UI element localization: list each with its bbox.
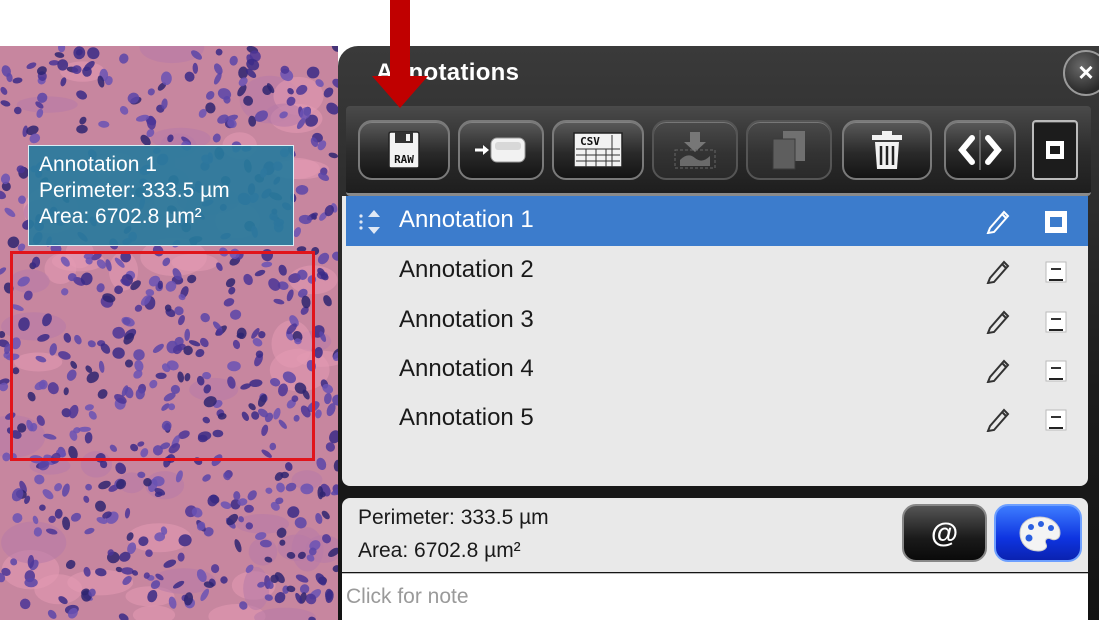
import-button (652, 120, 738, 180)
visibility-toggle-icon[interactable] (1044, 408, 1068, 432)
details-perimeter: Perimeter: 333.5 µm (358, 506, 549, 529)
square-icon (1046, 141, 1064, 159)
visibility-toggle-icon[interactable] (1044, 359, 1068, 383)
annotation-details: Perimeter: 333.5 µm Area: 6702.8 µm² @ (342, 498, 1088, 572)
annotation-name: Annotation 3 (399, 306, 534, 333)
annotations-panel: Annotations × RAW CSV Annotation 1 Annot… (338, 46, 1099, 620)
palette-icon (1019, 516, 1061, 552)
annotation-name: Annotation 4 (399, 355, 534, 382)
pencil-icon[interactable] (984, 206, 1012, 234)
export-device-button[interactable] (458, 120, 544, 180)
export-raw-button[interactable]: RAW (358, 120, 450, 180)
import-icon (674, 132, 716, 169)
annotation-tooltip: Annotation 1 Perimeter: 333.5 µm Area: 6… (28, 145, 294, 246)
annotation-name: Annotation 1 (399, 206, 534, 233)
raw-icon-text: RAW (394, 153, 414, 166)
trash-icon (872, 131, 902, 169)
copy-icon (772, 131, 805, 170)
annotation-row[interactable]: Annotation 4 (346, 345, 1088, 395)
note-area (342, 573, 1088, 620)
chevron-left-right-icon (958, 130, 1002, 170)
close-button[interactable]: × (1063, 50, 1099, 96)
prev-next-button[interactable] (944, 120, 1016, 180)
pencil-icon[interactable] (984, 355, 1012, 383)
annotation-list: Annotation 1 Annotation 2 Annotation 3 Anno… (342, 196, 1088, 486)
tooltip-perimeter: Perimeter: 333.5 µm (39, 179, 230, 202)
pointer-arrow (372, 0, 428, 108)
pencil-icon[interactable] (984, 256, 1012, 284)
visibility-toggle-icon[interactable] (1044, 260, 1068, 284)
annotation-toolbar: RAW CSV (346, 106, 1091, 196)
pencil-icon[interactable] (984, 404, 1012, 432)
tooltip-name: Annotation 1 (39, 153, 157, 176)
delete-button[interactable] (842, 120, 932, 180)
at-button[interactable]: @ (902, 504, 987, 562)
export-to-device-icon (475, 137, 526, 163)
save-raw-icon: RAW (388, 131, 420, 169)
pencil-icon[interactable] (984, 306, 1012, 334)
annotation-name: Annotation 2 (399, 256, 534, 283)
csv-icon-text: CSV (580, 135, 600, 148)
csv-table-icon: CSV (573, 132, 623, 168)
visibility-toggle-icon[interactable] (1044, 210, 1068, 234)
tooltip-area: Area: 6702.8 µm² (39, 205, 202, 228)
copy-button (746, 120, 832, 180)
toggle-all-button[interactable] (1032, 120, 1078, 180)
visibility-toggle-icon[interactable] (1044, 310, 1068, 334)
annotation-selection-rectangle[interactable] (10, 251, 315, 461)
annotation-row[interactable]: Annotation 2 (346, 246, 1088, 296)
annotation-row[interactable]: Annotation 1 (346, 196, 1088, 246)
details-area: Area: 6702.8 µm² (358, 539, 521, 562)
drag-handle-icon[interactable] (356, 208, 384, 236)
annotation-row[interactable]: Annotation 3 (346, 296, 1088, 346)
panel-title-bar: Annotations × (338, 46, 1099, 106)
annotation-row[interactable]: Annotation 5 (346, 394, 1088, 444)
export-csv-button[interactable]: CSV (552, 120, 644, 180)
annotation-name: Annotation 5 (399, 404, 534, 431)
color-palette-button[interactable] (994, 504, 1082, 562)
note-input[interactable] (346, 580, 1076, 614)
